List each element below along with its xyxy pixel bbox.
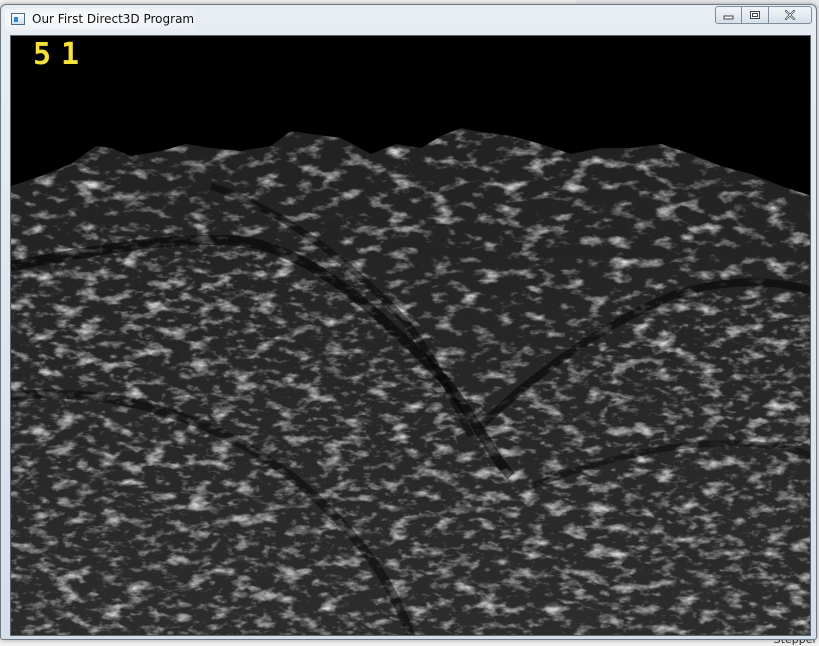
app-window-icon[interactable]	[11, 13, 25, 25]
direct3d-viewport[interactable]: 51	[10, 35, 811, 636]
minimize-button[interactable]	[715, 6, 742, 24]
minimize-icon	[723, 15, 733, 20]
desktop: Stepper Our First Direct3D Program	[0, 0, 819, 646]
caption-buttons	[715, 6, 812, 26]
terrain-scene	[11, 36, 810, 635]
window-title: Our First Direct3D Program	[32, 12, 195, 26]
maximize-icon	[750, 11, 760, 19]
app-window: Our First Direct3D Program 51	[0, 4, 817, 640]
fps-counter: 51	[33, 37, 90, 72]
close-icon	[784, 9, 796, 21]
maximize-button[interactable]	[742, 6, 768, 24]
title-bar[interactable]: Our First Direct3D Program	[1, 5, 816, 35]
close-button[interactable]	[768, 6, 812, 24]
